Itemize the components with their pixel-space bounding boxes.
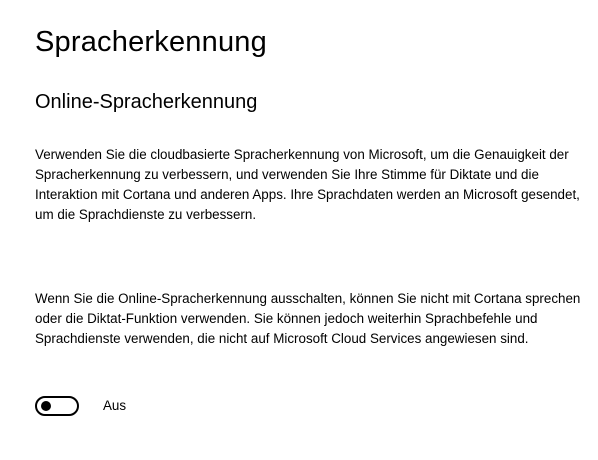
- toggle-switch-knob: [41, 401, 51, 411]
- warning-paragraph: Wenn Sie die Online-Spracherkennung auss…: [35, 291, 581, 346]
- toggle-switch-track[interactable]: [35, 396, 79, 416]
- section-title: Online-Spracherkennung: [35, 91, 258, 113]
- page-title: Spracherkennung: [35, 26, 267, 58]
- description-paragraph: Verwenden Sie die cloudbasierte Spracher…: [35, 147, 580, 222]
- toggle-state-label: Aus: [103, 398, 127, 413]
- online-speech-recognition-toggle[interactable]: Aus: [35, 395, 126, 417]
